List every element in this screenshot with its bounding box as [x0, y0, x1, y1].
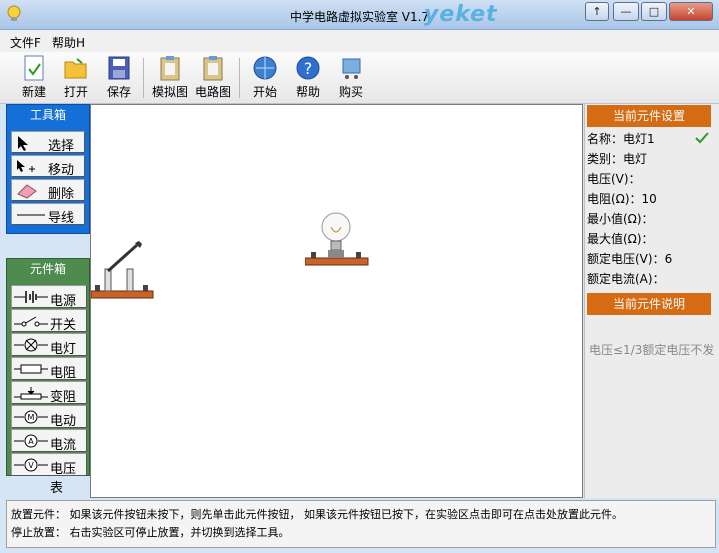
svg-text:A: A [28, 437, 34, 446]
component-lamp[interactable]: 电灯 [11, 333, 87, 357]
start-label: 开始 [252, 85, 277, 99]
tool-move[interactable]: 移动 [11, 155, 85, 178]
component-voltmeter-label: 电压表 [50, 462, 77, 496]
menu-help[interactable]: 帮助H [52, 34, 85, 51]
component-resistor-label: 电阻 [50, 366, 77, 381]
buy-button[interactable]: 购买 [333, 55, 369, 101]
tool-select[interactable]: 选择 [11, 131, 85, 154]
globe-start-icon [253, 56, 277, 80]
maximize-button[interactable]: □ [641, 2, 667, 21]
prop-max[interactable]: 最大值(Ω)： [587, 230, 654, 247]
current-component-settings-header: 当前元件设置 [587, 105, 711, 127]
tool-delete-label: 删除 [48, 187, 75, 202]
switch-component[interactable] [91, 239, 155, 301]
experiment-canvas[interactable] [90, 104, 583, 498]
switch-symbol-icon [14, 316, 48, 327]
start-button[interactable]: 开始 [247, 55, 283, 101]
save-button[interactable]: 保存 [101, 55, 137, 101]
toolbox-title: 工具箱 [29, 108, 66, 122]
help-button[interactable]: ? 帮助 [290, 55, 326, 101]
ammeter-symbol-icon: A [14, 434, 48, 448]
component-rheostat[interactable]: 变阻器 [11, 381, 87, 424]
save-disk-icon [108, 56, 130, 80]
menu-file[interactable]: 文件F [10, 34, 41, 51]
open-label: 打开 [63, 85, 88, 99]
prop-name: 名称：电灯1 [587, 132, 655, 146]
light-bulb-component[interactable] [305, 209, 369, 267]
motor-symbol-icon: M [14, 410, 48, 424]
svg-text:?: ? [304, 59, 313, 78]
wire-line-icon [17, 214, 45, 216]
prop-rated-voltage[interactable]: 额定电压(V)：6 [587, 250, 672, 267]
properties-panel: 当前元件设置 名称：电灯1 类别：电灯 电压(V)： 电阻(Ω)：10 最小值(… [584, 104, 719, 498]
component-power-label: 电源 [50, 294, 77, 309]
buy-label: 购买 [338, 85, 363, 99]
prop-min[interactable]: 最小值(Ω)： [587, 210, 654, 227]
tool-wire[interactable]: 导线 [11, 203, 85, 226]
simulation-view-button[interactable]: 模拟图 [152, 55, 188, 101]
circuit-view-label: 电路图 [195, 85, 232, 99]
tool-wire-label: 导线 [48, 211, 75, 226]
rheostat-symbol-icon [14, 387, 48, 400]
toolbar-separator [239, 58, 240, 98]
toolbox-panel: 工具箱 选择 移动 删除 导线 [6, 104, 90, 234]
component-power[interactable]: 电源 [11, 285, 87, 309]
tool-move-label: 移动 [48, 163, 75, 178]
tool-select-label: 选择 [48, 139, 75, 154]
simulation-view-label: 模拟图 [152, 85, 189, 99]
svg-text:M: M [28, 413, 35, 422]
cart-icon [342, 58, 361, 79]
save-label: 保存 [106, 85, 131, 99]
lamp-symbol-icon [14, 338, 48, 352]
new-label: 新建 [21, 85, 46, 99]
battery-symbol-icon [14, 291, 48, 303]
help-label: 帮助 [295, 85, 320, 99]
clipboard-icon [203, 56, 223, 81]
help-window-button[interactable]: ↑ [585, 2, 609, 21]
help-icon: ? [296, 56, 320, 80]
eraser-icon [17, 184, 37, 199]
current-component-description-header: 当前元件说明 [587, 293, 711, 315]
prop-type: 类别：电灯 [587, 152, 648, 166]
title-bar: 中学电路虚拟实验室 V1.7 yeket ↑ — □ ✕ [0, 0, 719, 30]
close-button[interactable]: ✕ [669, 2, 713, 21]
menu-bar: 文件F 帮助H [0, 30, 719, 52]
open-button[interactable]: 打开 [58, 55, 94, 101]
voltmeter-symbol-icon: V [14, 458, 48, 472]
prop-voltage[interactable]: 电压(V)： [587, 170, 641, 187]
yeket-logo: yeket [424, 2, 498, 27]
cursor-arrow-icon [18, 136, 28, 151]
component-ammeter[interactable]: A 电流表 [11, 429, 87, 472]
component-panel: 元件箱 电源 开关 电灯 电阻 变阻器 M 电动机 A 电流表 V 电压表 [6, 258, 90, 496]
circuit-view-button[interactable]: 电路图 [195, 55, 231, 101]
toolbar: 新建 打开 保存 模拟图 电路图 开始 ? 帮助 购买 [0, 52, 719, 104]
clipboard-icon [160, 56, 180, 81]
status-stop-hint: 停止放置： 右击实验区可停止放置，并切换到选择工具。 [11, 526, 290, 539]
window-title: 中学电路虚拟实验室 V1.7 [289, 10, 430, 24]
prop-resistance[interactable]: 电阻(Ω)：10 [587, 190, 657, 207]
prop-rated-current[interactable]: 额定电流(A)： [587, 270, 665, 287]
component-motor[interactable]: M 电动机 [11, 405, 87, 448]
folder-icon [64, 58, 87, 79]
new-button[interactable]: 新建 [16, 55, 52, 101]
move-cursor-icon [17, 160, 35, 172]
component-lamp-label: 电灯 [50, 342, 77, 357]
component-resistor[interactable]: 电阻 [11, 357, 87, 381]
component-description-text: 电压≤1/3额定电压不发 [589, 343, 715, 357]
check-icon [695, 132, 709, 144]
component-switch-label: 开关 [50, 318, 77, 333]
svg-text:V: V [28, 461, 34, 470]
resistor-symbol-icon [14, 364, 48, 374]
new-document-icon [24, 55, 44, 81]
toolbar-separator [143, 58, 144, 98]
minimize-button[interactable]: — [613, 2, 639, 21]
tool-delete[interactable]: 删除 [11, 179, 85, 202]
status-bar: 放置元件： 如果该元件按钮未按下，则先单击此元件按钮， 如果该元件按钮已按下，在… [6, 500, 716, 548]
component-voltmeter[interactable]: V 电压表 [11, 453, 87, 496]
component-switch[interactable]: 开关 [11, 309, 87, 333]
component-panel-title: 元件箱 [29, 262, 66, 276]
status-place-hint: 放置元件： 如果该元件按钮未按下，则先单击此元件按钮， 如果该元件按钮已按下，在… [11, 508, 623, 521]
